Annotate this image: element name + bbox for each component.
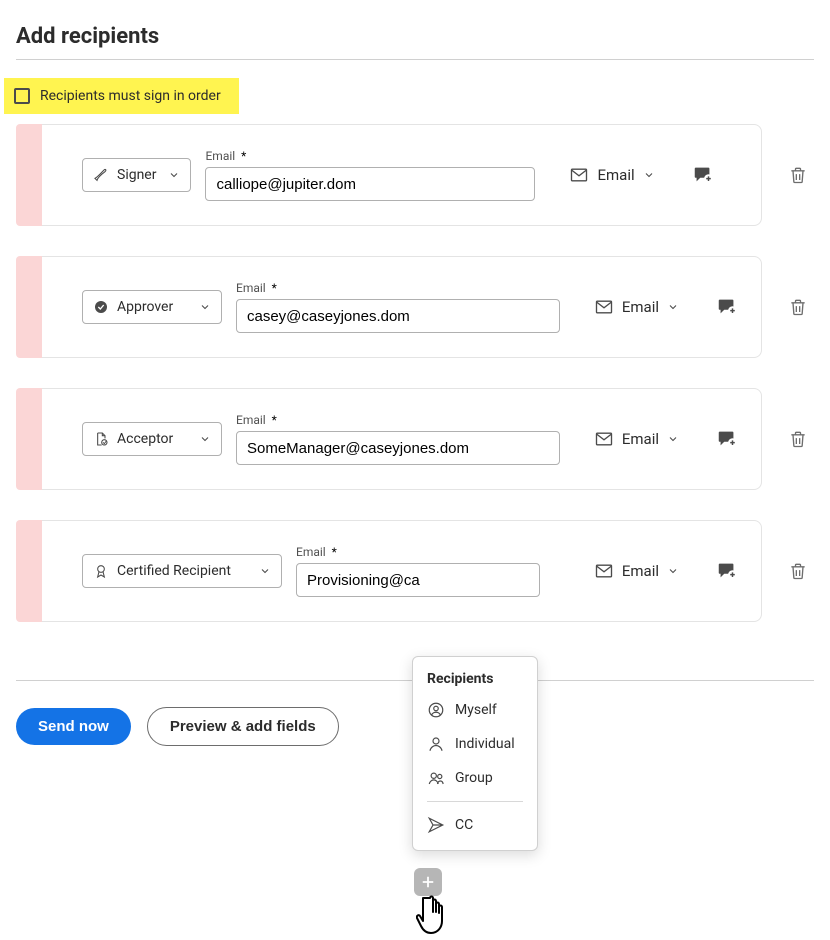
menu-item-label: Individual xyxy=(455,736,515,752)
delivery-label: Email xyxy=(622,562,659,580)
email-label: Email * xyxy=(205,149,535,163)
menu-item-group[interactable]: Group xyxy=(413,761,537,795)
menu-item-label: Group xyxy=(455,770,493,786)
chevron-down-icon xyxy=(199,433,211,445)
recipient-row: Acceptor Email * Email xyxy=(16,388,814,490)
chevron-down-icon xyxy=(667,433,679,445)
page-title: Add recipients xyxy=(16,24,814,49)
menu-separator xyxy=(427,801,523,802)
recipient-card: Signer Email * Email xyxy=(42,124,762,226)
add-recipient-button-wrap xyxy=(414,868,442,896)
email-label: Email * xyxy=(296,545,540,559)
sign-in-order-row[interactable]: Recipients must sign in order xyxy=(4,78,239,114)
email-field-wrap: Email * xyxy=(236,281,560,333)
recipient-row: Signer Email * Email xyxy=(16,124,814,226)
add-recipient-popup: Recipients Myself Individual Group CC xyxy=(412,656,538,851)
recipient-row: Certified Recipient Email * Email xyxy=(16,520,814,622)
delivery-select[interactable]: Email xyxy=(594,297,679,317)
menu-item-label: CC xyxy=(455,817,473,833)
delivery-select[interactable]: Email xyxy=(569,165,654,185)
menu-item-individual[interactable]: Individual xyxy=(413,727,537,761)
hand-cursor-icon xyxy=(416,892,456,940)
drag-handle[interactable] xyxy=(16,256,42,358)
menu-item-myself[interactable]: Myself xyxy=(413,693,537,727)
delete-button[interactable] xyxy=(782,555,814,587)
preview-add-fields-button[interactable]: Preview & add fields xyxy=(147,707,339,746)
chevron-down-icon xyxy=(667,301,679,313)
email-field-wrap: Email * xyxy=(205,149,535,201)
private-message-button[interactable] xyxy=(711,423,743,455)
ribbon-icon xyxy=(93,563,109,579)
email-field-wrap: Email * xyxy=(236,413,560,465)
delete-button[interactable] xyxy=(782,423,814,455)
menu-item-cc[interactable]: CC xyxy=(413,808,537,842)
recipient-card: Approver Email * Email xyxy=(42,256,762,358)
email-input[interactable] xyxy=(205,167,535,201)
delivery-select[interactable]: Email xyxy=(594,429,679,449)
delete-button[interactable] xyxy=(782,159,814,191)
drag-handle[interactable] xyxy=(16,388,42,490)
private-message-button[interactable] xyxy=(711,291,743,323)
role-select[interactable]: Certified Recipient xyxy=(82,554,282,588)
email-input[interactable] xyxy=(236,431,560,465)
private-message-button[interactable] xyxy=(687,159,719,191)
plus-icon xyxy=(419,873,437,891)
email-field-wrap: Email * xyxy=(296,545,540,597)
role-label: Certified Recipient xyxy=(117,563,231,579)
private-message-button[interactable] xyxy=(711,555,743,587)
delivery-select[interactable]: Email xyxy=(594,561,679,581)
recipient-card: Acceptor Email * Email xyxy=(42,388,762,490)
document-check-icon xyxy=(93,431,109,447)
email-input[interactable] xyxy=(296,563,540,597)
chevron-down-icon xyxy=(643,169,655,181)
email-input[interactable] xyxy=(236,299,560,333)
email-label: Email * xyxy=(236,281,560,295)
role-label: Approver xyxy=(117,299,173,315)
pen-icon xyxy=(93,167,109,183)
drag-handle[interactable] xyxy=(16,124,42,226)
add-recipient-button[interactable] xyxy=(414,868,442,896)
role-select[interactable]: Signer xyxy=(82,158,191,192)
recipients-area: Signer Email * Email xyxy=(16,124,814,622)
recipient-row: Approver Email * Email xyxy=(16,256,814,358)
person-circle-icon xyxy=(427,701,445,719)
chevron-down-icon xyxy=(199,301,211,313)
person-icon xyxy=(427,735,445,753)
role-select[interactable]: Approver xyxy=(82,290,222,324)
envelope-icon xyxy=(594,297,614,317)
envelope-icon xyxy=(569,165,589,185)
sign-in-order-label: Recipients must sign in order xyxy=(40,88,221,104)
menu-item-label: Myself xyxy=(455,702,497,718)
envelope-icon xyxy=(594,561,614,581)
popup-title: Recipients xyxy=(413,667,537,693)
delivery-label: Email xyxy=(622,298,659,316)
delete-button[interactable] xyxy=(782,291,814,323)
role-label: Acceptor xyxy=(117,431,173,447)
drag-handle[interactable] xyxy=(16,520,42,622)
chevron-down-icon xyxy=(168,169,180,181)
email-label: Email * xyxy=(236,413,560,427)
recipient-card: Certified Recipient Email * Email xyxy=(42,520,762,622)
role-label: Signer xyxy=(117,167,156,183)
send-now-button[interactable]: Send now xyxy=(16,708,131,745)
group-icon xyxy=(427,769,445,787)
divider-top xyxy=(16,59,814,60)
chevron-down-icon xyxy=(259,565,271,577)
delivery-label: Email xyxy=(622,430,659,448)
envelope-icon xyxy=(594,429,614,449)
send-icon xyxy=(427,816,445,834)
chevron-down-icon xyxy=(667,565,679,577)
check-circle-icon xyxy=(93,299,109,315)
delivery-label: Email xyxy=(597,166,634,184)
sign-in-order-checkbox[interactable] xyxy=(14,88,30,104)
role-select[interactable]: Acceptor xyxy=(82,422,222,456)
